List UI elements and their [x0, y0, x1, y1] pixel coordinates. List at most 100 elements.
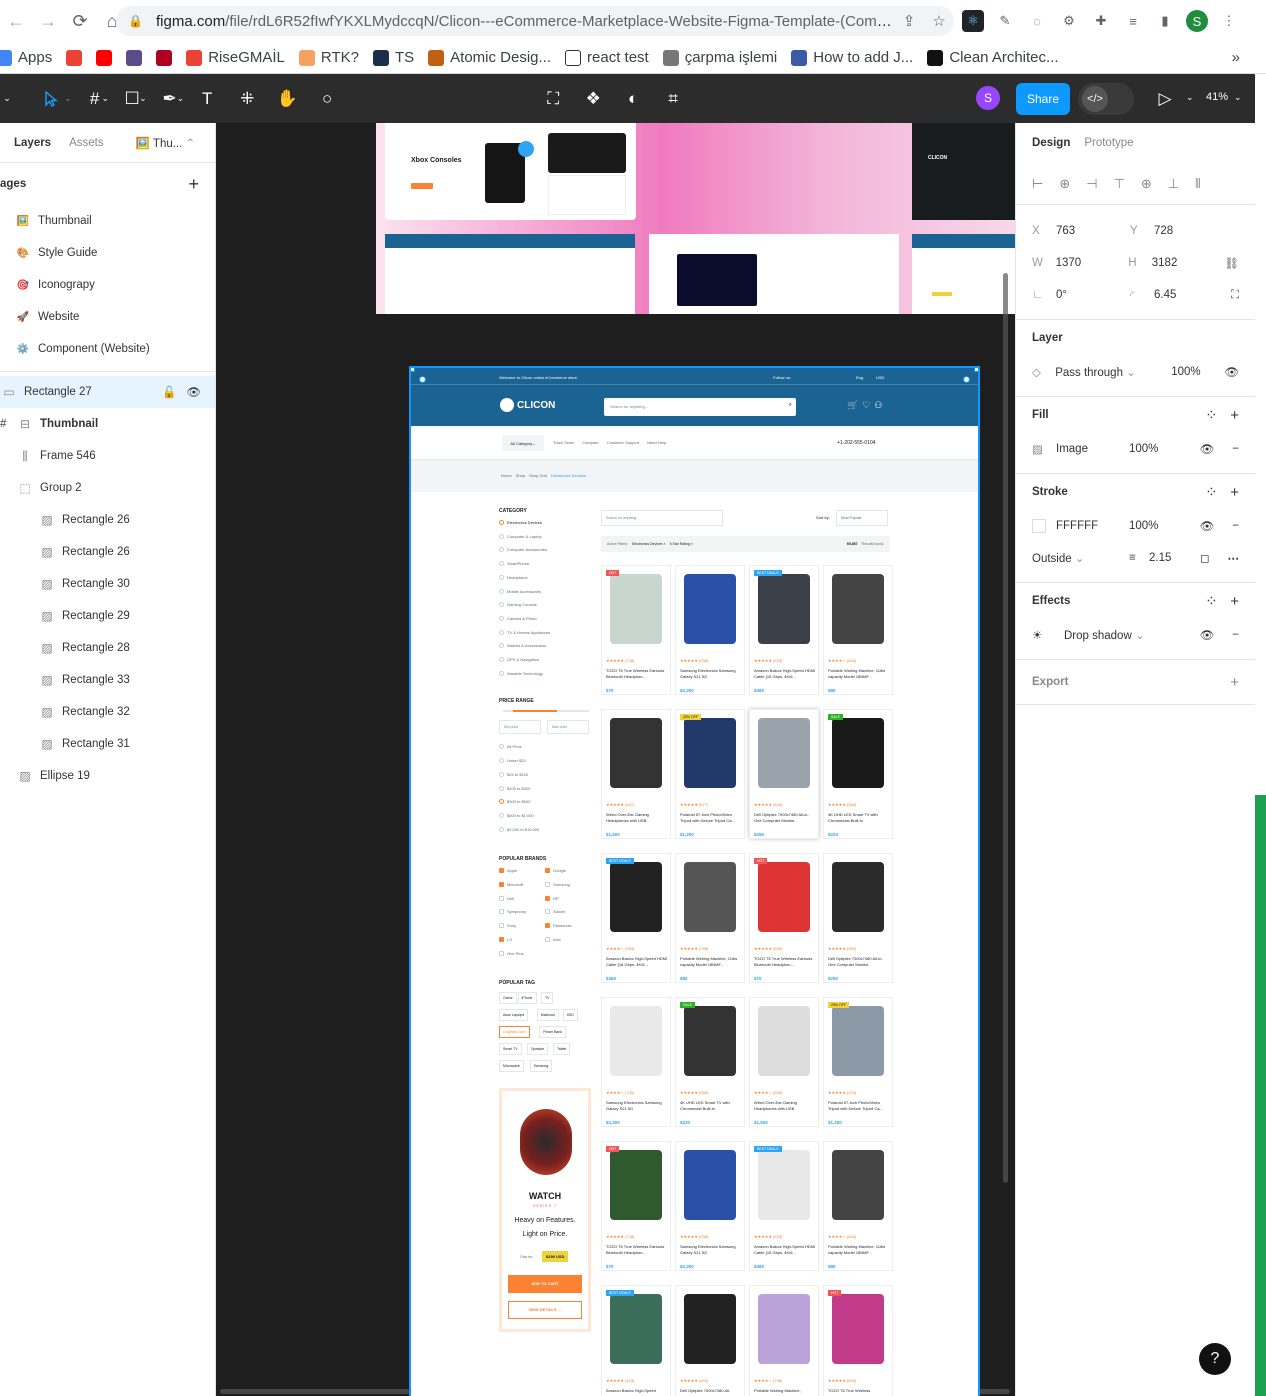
- layer-row[interactable]: ⫼ Frame 546: [0, 440, 215, 472]
- product-card[interactable]: 25% OFF ★★★★★ (877) Polaroid 57-Inch Photo…: [675, 709, 745, 839]
- reading-list-icon[interactable]: ≡: [1122, 10, 1144, 32]
- product-card[interactable]: ★★★★★ (647) Wired Over-Ear Gaming Headpho…: [601, 709, 671, 839]
- product-card[interactable]: BEST DEALS ★★★★★ (423) Amazon Basics High-…: [749, 565, 819, 695]
- user-avatar[interactable]: S: [976, 86, 1000, 110]
- tag-chip[interactable]: Samsung: [529, 1060, 553, 1073]
- zoom-level[interactable]: 41%: [1206, 91, 1228, 103]
- chevron-down-icon[interactable]: ⌄: [102, 93, 110, 104]
- currency-select[interactable]: USD: [876, 375, 884, 380]
- bookmark-item[interactable]: [96, 49, 113, 66]
- bookmark-item[interactable]: çarpma işlemi: [662, 49, 777, 66]
- crop-icon[interactable]: ⌗: [658, 84, 688, 114]
- product-card[interactable]: HOT ★★★★★ (738) TOZO T6 True Wireless Earb…: [601, 1141, 671, 1271]
- add-fill-icon[interactable]: +: [1230, 407, 1239, 424]
- x-input[interactable]: 763: [1056, 225, 1130, 237]
- layer-row[interactable]: ▨ Rectangle 32: [0, 696, 215, 728]
- bookmark-item[interactable]: Atomic Desig...: [428, 49, 551, 66]
- move-tool-icon[interactable]: [36, 84, 66, 114]
- tag-chip[interactable]: Macbook: [536, 1009, 559, 1022]
- component-icon[interactable]: ❖: [578, 84, 608, 114]
- layer-row[interactable]: ▨ Rectangle 30: [0, 568, 215, 600]
- stroke-position-select[interactable]: Outside ⌄: [1032, 551, 1129, 565]
- forward-arrow-icon[interactable]: →: [32, 5, 64, 37]
- price-radio[interactable]: [499, 826, 504, 832]
- brand-checkbox[interactable]: [499, 936, 504, 942]
- sort-dropdown[interactable]: Most Popular: [836, 510, 888, 526]
- product-card[interactable]: ★★★★☆ (536) Wired Over-Ear Gaming Headpho…: [749, 997, 819, 1127]
- thumbnail-frame-top[interactable]: Xbox Consoles CLICON: [376, 123, 1015, 314]
- distribute-icon[interactable]: ⫴: [1195, 176, 1200, 192]
- category-radio[interactable]: [499, 670, 504, 676]
- bookmark-item[interactable]: How to add J...: [791, 49, 913, 66]
- category-radio[interactable]: [499, 533, 504, 539]
- remove-effect-icon[interactable]: −: [1232, 629, 1239, 641]
- more-bookmarks-icon[interactable]: »: [1232, 49, 1240, 66]
- tab-layers[interactable]: Layers: [14, 137, 51, 149]
- price-radio[interactable]: [499, 812, 504, 818]
- effect-settings-icon[interactable]: ☀: [1032, 628, 1064, 642]
- reload-icon[interactable]: ⟳: [64, 5, 96, 37]
- bookmark-star-icon[interactable]: ☆: [924, 12, 954, 30]
- layer-row[interactable]: ▭ Rectangle 27 🔓 👁: [0, 376, 215, 408]
- active-filter-chip[interactable]: Electronics Devices ×: [632, 542, 666, 546]
- corner-radius-input[interactable]: 6.45: [1154, 289, 1176, 301]
- tag-chip[interactable]: iPhone: [517, 992, 537, 1005]
- product-card[interactable]: ★★★★☆ (816) Portable Wshing Machine, 11lb…: [823, 565, 893, 695]
- language-select[interactable]: Eng: [856, 375, 863, 380]
- back-arrow-icon[interactable]: ←: [0, 5, 32, 37]
- price-radio[interactable]: [499, 771, 504, 777]
- remove-fill-icon[interactable]: −: [1232, 443, 1239, 455]
- figma-canvas[interactable]: Xbox Consoles CLICON Welcome to Clicon o…: [216, 123, 1015, 1396]
- corner-radius-handle[interactable]: [963, 376, 970, 383]
- bookmark-item[interactable]: react test: [565, 49, 649, 66]
- product-card[interactable]: ★★★★★ (536) Samsung Electronics Samsung G…: [675, 1141, 745, 1271]
- extension-circle-icon[interactable]: ◌: [1026, 10, 1048, 32]
- search-icon[interactable]: ⌕: [789, 402, 792, 409]
- product-card[interactable]: ★★★★★ (798) Portable Wshing Machine, 11lb…: [675, 853, 745, 983]
- stroke-width-input[interactable]: 2.15: [1149, 552, 1189, 564]
- category-radio[interactable]: [499, 574, 504, 580]
- bookmark-item[interactable]: TS: [372, 49, 414, 66]
- price-radio[interactable]: [499, 744, 504, 750]
- brand-checkbox[interactable]: [499, 923, 504, 929]
- chevron-down-icon[interactable]: ⌄: [177, 93, 185, 104]
- product-card[interactable]: ★★★★★ (426) Dell Optiplex 7000x7480 All-i…: [749, 709, 819, 839]
- product-card[interactable]: ★★★★☆ (798) Portable Wshing Machine,: [749, 1285, 819, 1396]
- tag-chip[interactable]: TV: [541, 992, 554, 1005]
- all-category-dropdown[interactable]: All Category ⌄: [502, 435, 544, 451]
- selection-handle[interactable]: [411, 368, 415, 372]
- page-item[interactable]: 🎯 Iconograpy: [0, 269, 215, 301]
- align-left-icon[interactable]: ⊢: [1032, 176, 1043, 192]
- stroke-opacity-input[interactable]: 100%: [1129, 520, 1184, 532]
- side-panel-icon[interactable]: ▮: [1154, 10, 1176, 32]
- style-grid-icon[interactable]: ⁘: [1205, 593, 1218, 610]
- add-to-cart-button[interactable]: ADD TO CART: [508, 1275, 582, 1294]
- tag-chip[interactable]: Microwave: [499, 1060, 524, 1073]
- remove-stroke-icon[interactable]: −: [1232, 520, 1239, 532]
- y-input[interactable]: 728: [1154, 225, 1173, 237]
- shop-nav-link[interactable]: Customer Support: [607, 440, 639, 445]
- eye-icon[interactable]: 👁: [1224, 365, 1239, 379]
- product-card[interactable]: 25% OFF ★★★★★ (423) Polaroid 57-Inch Photo…: [823, 997, 893, 1127]
- tag-chip[interactable]: Speaker: [527, 1043, 549, 1056]
- style-grid-icon[interactable]: ⁘: [1205, 484, 1218, 501]
- chevron-down-icon[interactable]: ⌄: [139, 93, 147, 104]
- product-card[interactable]: SALE ★★★★★ (556) 4K UHD LED Smart TV with …: [675, 997, 745, 1127]
- stroke-color-input[interactable]: FFFFFF: [1056, 520, 1129, 532]
- bookmark-item[interactable]: [156, 49, 173, 66]
- product-card[interactable]: BEST DEALS ★★★★★ (423) Amazon Basics High-…: [749, 1141, 819, 1271]
- layer-row[interactable]: ⬚ Group 2: [0, 472, 215, 504]
- category-radio[interactable]: [499, 629, 504, 635]
- extension-gear-icon[interactable]: ⚙: [1058, 10, 1080, 32]
- bookmark-item[interactable]: RiseGMAİL: [186, 49, 285, 66]
- selected-rectangle-27[interactable]: Welcome to Clicon online eCommerce store…: [409, 366, 980, 1396]
- resources-tool-icon[interactable]: ⁜: [232, 84, 262, 114]
- crop-frame-icon[interactable]: ⛶: [538, 84, 568, 114]
- width-input[interactable]: 1370: [1056, 257, 1129, 269]
- price-radio[interactable]: [499, 799, 504, 805]
- brand-checkbox[interactable]: [545, 882, 550, 887]
- category-radio[interactable]: [499, 615, 504, 621]
- layer-opacity-input[interactable]: 100%: [1171, 366, 1224, 378]
- layer-row[interactable]: ▨ Rectangle 33: [0, 664, 215, 696]
- canvas-scrollbar-vertical[interactable]: [1003, 273, 1008, 1183]
